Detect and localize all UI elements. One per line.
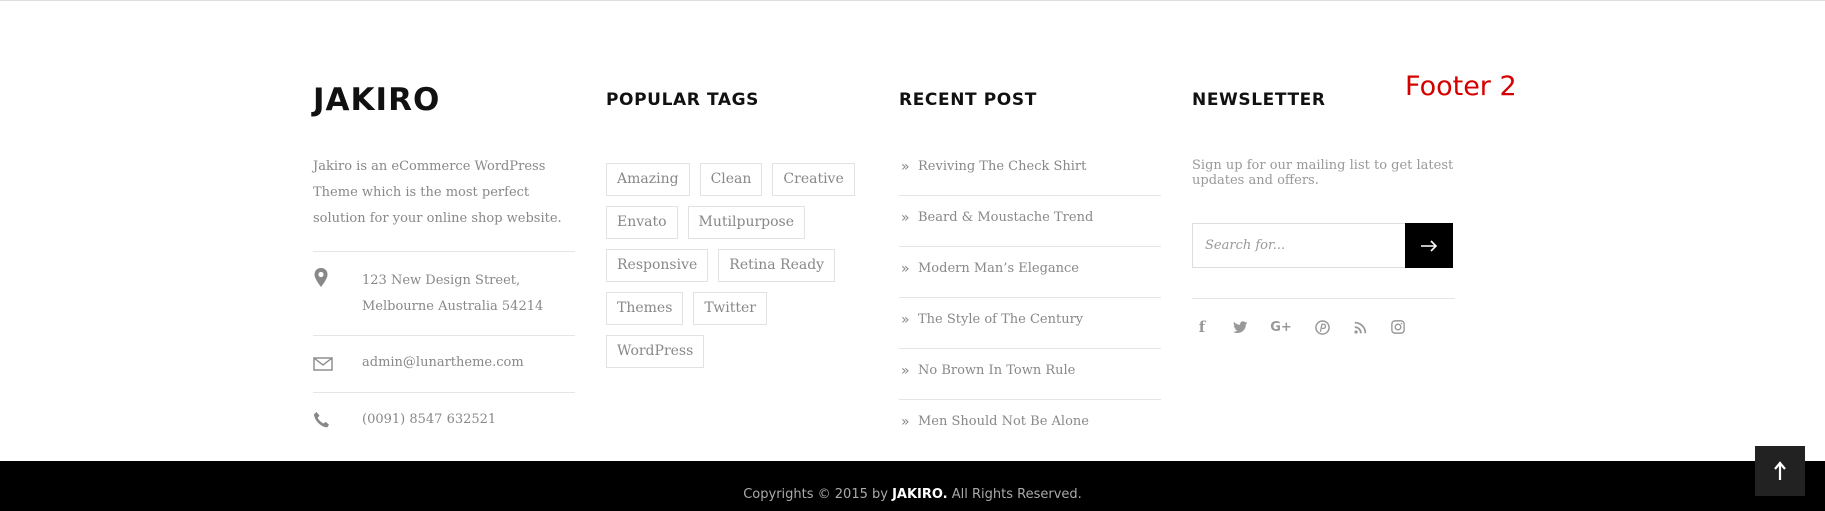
double-chevron-right-icon: » [901,261,910,277]
about-text: Jakiro is an eCommerce WordPress Theme w… [313,159,562,226]
social-links: f G+ [1192,318,1426,336]
newsletter-description: Sign up for our mailing list to get late… [1192,158,1454,188]
tag-cloud: Amazing Clean Creative Envato Mutilpurpo… [606,163,868,378]
twitter-icon[interactable] [1230,318,1250,336]
newsletter-heading: NEWSLETTER [1192,90,1326,110]
double-chevron-right-icon: » [901,363,910,379]
email-link[interactable]: admin@lunartheme.com [362,350,524,376]
tag-responsive[interactable]: Responsive [606,249,709,282]
tag-envato[interactable]: Envato [606,206,678,239]
newsletter-form: Search for... [1192,223,1453,268]
newsletter-input[interactable]: Search for... [1205,238,1285,253]
subscribe-button[interactable] [1405,223,1453,268]
recent-post-heading: RECENT POST [899,90,1037,110]
recent-post-title[interactable]: Modern Man’s Elegance [918,261,1079,276]
tags-heading: POPULAR TAGS [606,90,760,110]
tag-amazing[interactable]: Amazing [606,163,690,196]
envelope-icon [313,356,333,376]
divider [1192,298,1455,299]
phone-icon [313,411,333,431]
copyright-brand[interactable]: JAKIRO. [892,487,948,502]
rss-icon[interactable] [1350,318,1370,336]
arrow-up-icon [1774,461,1786,480]
tag-wordpress[interactable]: WordPress [606,335,705,368]
double-chevron-right-icon: » [901,312,910,328]
double-chevron-right-icon: » [901,414,910,430]
tag-creative[interactable]: Creative [772,163,855,196]
copyright-suffix: All Rights Reserved. [947,487,1082,502]
copyright-prefix: Copyrights © 2015 by [743,487,893,502]
tag-mutilpurpose[interactable]: Mutilpurpose [687,206,806,239]
copyright-bar: Copyrights © 2015 by JAKIRO. All Rights … [0,461,1825,511]
arrow-right-icon [1421,239,1438,252]
tag-clean[interactable]: Clean [699,163,763,196]
facebook-icon[interactable]: f [1192,318,1212,336]
map-marker-icon [313,268,333,288]
recent-post-title[interactable]: The Style of The Century [918,312,1083,327]
divider [313,335,575,336]
recent-post-title[interactable]: Reviving The Check Shirt [918,159,1086,174]
recent-post-item[interactable]: » Men Should Not Be Alone [899,400,1161,451]
double-chevron-right-icon: » [901,159,910,175]
phone-number: (0091) 8547 632521 [362,412,497,427]
double-chevron-right-icon: » [901,210,910,226]
divider [313,251,575,252]
recent-post-item[interactable]: » Reviving The Check Shirt [899,145,1161,196]
back-to-top-button[interactable] [1755,446,1805,496]
recent-post-title[interactable]: Men Should Not Be Alone [918,414,1089,429]
recent-post-item[interactable]: » The Style of The Century [899,298,1161,349]
divider [313,392,575,393]
recent-post-item[interactable]: » Beard & Moustache Trend [899,196,1161,247]
footer-annotation: Footer 2 [1405,71,1517,102]
recent-post-item[interactable]: » Modern Man’s Elegance [899,247,1161,298]
google-plus-icon[interactable]: G+ [1268,318,1294,336]
recent-post-item[interactable]: » No Brown In Town Rule [899,349,1161,400]
brand-logo[interactable]: JAKIRO [313,82,440,118]
pinterest-icon[interactable] [1312,318,1332,336]
instagram-icon[interactable] [1388,318,1408,336]
tag-retina-ready[interactable]: Retina Ready [718,249,836,282]
address-line2: Melbourne Australia 54214 [362,299,544,314]
recent-post-title[interactable]: No Brown In Town Rule [918,363,1075,378]
top-divider [0,0,1825,1]
recent-post-title[interactable]: Beard & Moustache Trend [918,210,1093,225]
tag-twitter[interactable]: Twitter [693,292,767,325]
tag-themes[interactable]: Themes [606,292,684,325]
address-line1: 123 New Design Street, [362,273,521,288]
